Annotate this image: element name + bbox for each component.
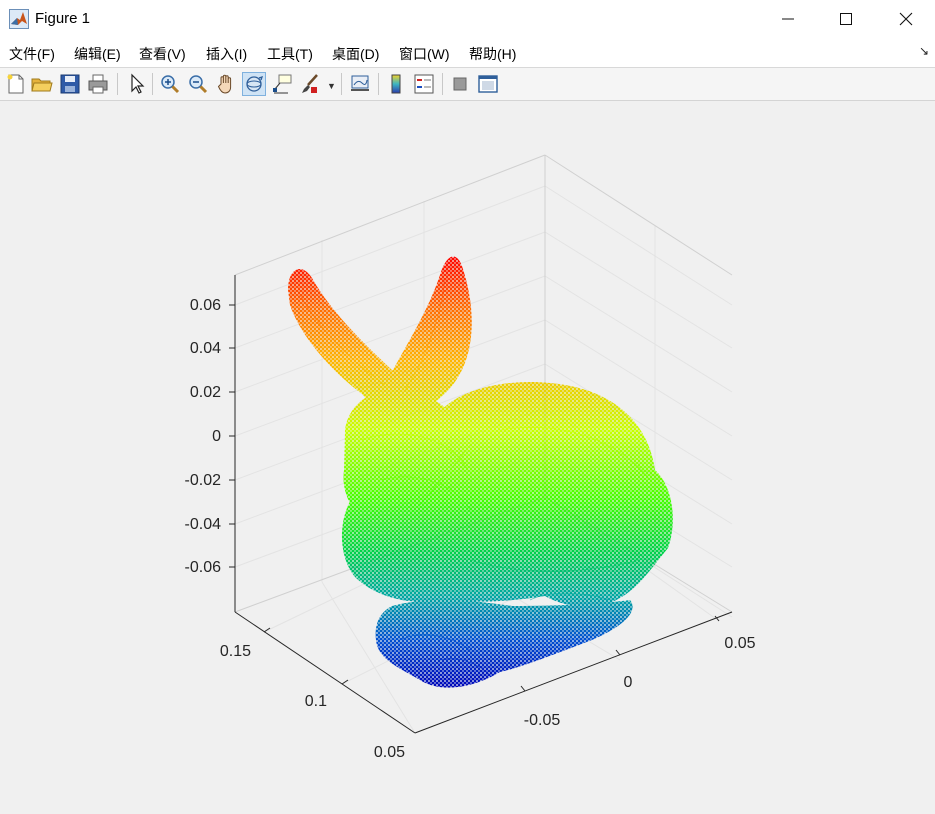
y-tick-label: 0.05 xyxy=(374,744,405,761)
x-tick-label: -0.05 xyxy=(524,712,561,729)
print-icon[interactable] xyxy=(86,72,110,96)
minimize-icon xyxy=(782,18,794,20)
toolbar-separator xyxy=(152,73,153,95)
figure-toolbar: ▼ xyxy=(0,68,935,101)
figure-canvas[interactable]: 0.06 0.04 0.02 0 -0.02 -0.04 -0.06 0.15 … xyxy=(0,101,935,814)
menu-bar: 文件(F) 编辑(E) 查看(V) 插入(I) 工具(T) 桌面(D) 窗口(W… xyxy=(0,38,935,68)
close-icon xyxy=(899,12,913,26)
zoom-in-icon[interactable] xyxy=(158,72,182,96)
window-title: Figure 1 xyxy=(35,10,91,27)
title-bar: Figure 1 xyxy=(0,0,935,39)
point-cloud-bunny xyxy=(288,256,673,688)
z-tick-label: 0.04 xyxy=(190,340,221,357)
y-tick-label: 0.15 xyxy=(220,643,251,660)
z-tick-label: -0.06 xyxy=(185,559,222,576)
open-file-icon[interactable] xyxy=(30,72,54,96)
z-tick-label: 0.02 xyxy=(190,384,221,401)
hide-plot-tools-icon[interactable] xyxy=(448,72,472,96)
maximize-icon xyxy=(840,13,852,25)
minimize-button[interactable] xyxy=(759,0,817,38)
axes-3d[interactable]: 0.06 0.04 0.02 0 -0.02 -0.04 -0.06 0.15 … xyxy=(0,101,935,814)
z-tick-label: -0.04 xyxy=(185,516,222,533)
menu-desktop[interactable]: 桌面(D) xyxy=(332,44,379,64)
menu-tools[interactable]: 工具(T) xyxy=(267,44,313,64)
maximize-button[interactable] xyxy=(817,0,875,38)
menu-file[interactable]: 文件(F) xyxy=(9,44,55,64)
legend-icon[interactable] xyxy=(412,72,436,96)
z-tick-labels: 0.06 0.04 0.02 0 -0.02 -0.04 -0.06 xyxy=(185,297,222,576)
toolbar-separator xyxy=(442,73,443,95)
data-cursor-icon[interactable] xyxy=(270,72,294,96)
y-tick-label: 0.1 xyxy=(305,693,327,710)
menu-view[interactable]: 查看(V) xyxy=(139,44,186,64)
new-figure-icon[interactable] xyxy=(4,72,28,96)
menu-insert[interactable]: 插入(I) xyxy=(206,44,247,64)
pan-hand-icon[interactable] xyxy=(214,72,238,96)
menu-edit[interactable]: 编辑(E) xyxy=(74,44,121,64)
zoom-out-icon[interactable] xyxy=(186,72,210,96)
toolbar-separator xyxy=(117,73,118,95)
menu-help[interactable]: 帮助(H) xyxy=(469,44,516,64)
z-tick-label: 0 xyxy=(212,428,221,445)
z-tick-label: -0.02 xyxy=(185,472,222,489)
toolbar-separator xyxy=(341,73,342,95)
link-plot-icon[interactable] xyxy=(348,72,372,96)
close-button[interactable] xyxy=(877,0,935,38)
x-tick-label: 0 xyxy=(624,674,633,691)
z-tick-label: 0.06 xyxy=(190,297,221,314)
y-tick-labels: 0.15 0.1 0.05 xyxy=(220,643,405,761)
toolbar-separator xyxy=(378,73,379,95)
edit-plot-arrow-icon[interactable] xyxy=(124,72,148,96)
brush-icon[interactable] xyxy=(298,72,322,96)
matlab-icon[interactable] xyxy=(9,9,29,29)
save-icon[interactable] xyxy=(58,72,82,96)
show-plot-tools-icon[interactable] xyxy=(476,72,500,96)
colorbar-icon[interactable] xyxy=(384,72,408,96)
chevron-down-icon[interactable]: ▼ xyxy=(327,81,336,91)
x-tick-label: 0.05 xyxy=(724,635,755,652)
dock-arrow-icon[interactable]: ↘ xyxy=(919,44,929,58)
menu-window[interactable]: 窗口(W) xyxy=(399,44,450,64)
rotate-3d-icon[interactable] xyxy=(242,72,266,96)
